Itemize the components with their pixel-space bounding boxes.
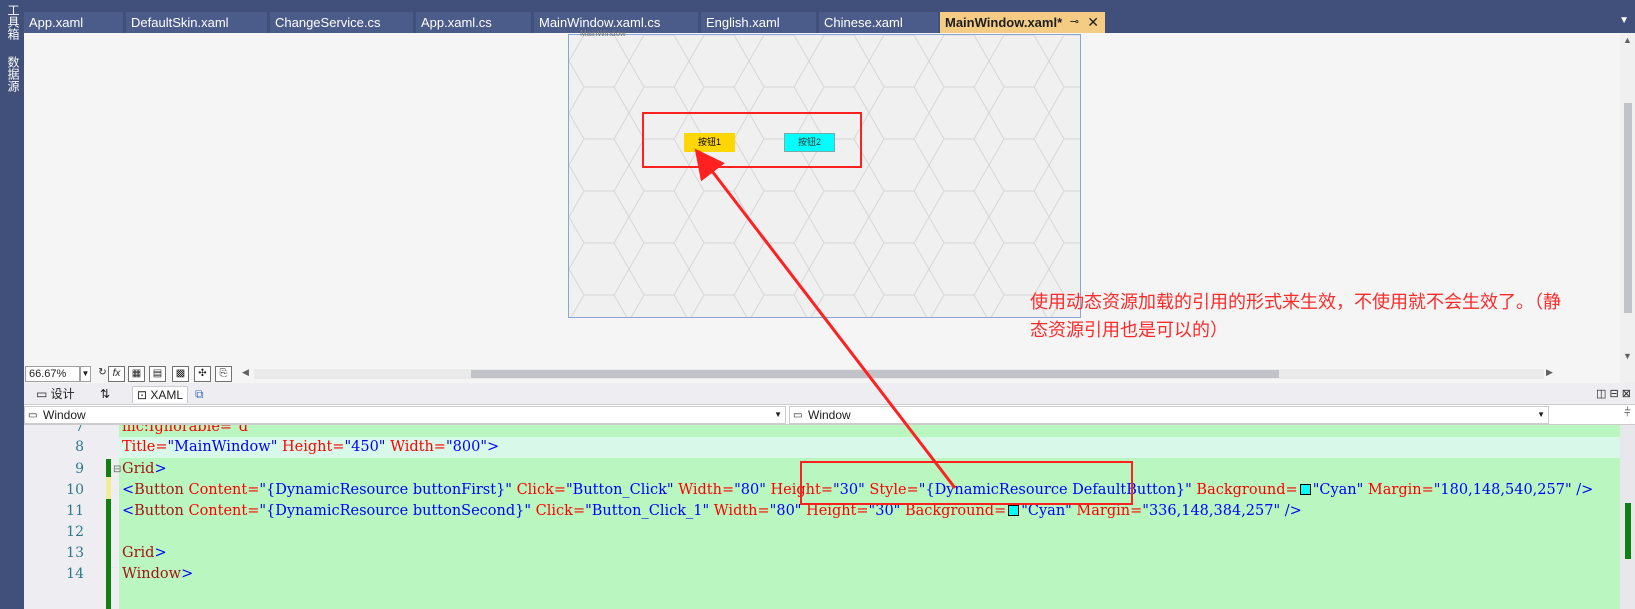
chevron-down-icon[interactable]: ▼ <box>80 366 91 382</box>
artboard-background-icon[interactable]: ▩ <box>172 366 189 382</box>
tab-mainwindow-xaml-label: MainWindow.xaml* <box>945 15 1063 30</box>
tab-design[interactable]: ▭ 设计 <box>36 386 75 402</box>
designer-horizontal-scrollbar[interactable]: ◀ ▶ <box>242 367 1553 379</box>
tab-app-xaml-cs[interactable]: App.xaml.cs <box>416 12 531 33</box>
view-switcher: ▭ 设计 ⇅ ⊡ XAML ⧉ ◫ ⊟ ⊠ <box>24 383 1635 405</box>
code-navigation-bar: ▭ Window ▼ ▭ Window ▼ <box>24 405 1635 425</box>
artboard-window-title: MainWindow <box>580 29 626 38</box>
code-text: Grid> <box>122 461 167 477</box>
scroll-up-icon[interactable]: ▲ <box>1623 35 1632 45</box>
toolbox-tab[interactable]: 工具箱 <box>2 4 22 40</box>
line-number: 9 <box>75 461 84 477</box>
swap-panes-button[interactable]: ⇅ <box>100 386 110 402</box>
chevron-down-icon: ▼ <box>1537 410 1545 419</box>
datasource-tab[interactable]: 数据源 <box>2 56 22 92</box>
tab-english-xaml[interactable]: English.xaml <box>701 12 816 33</box>
editor-vertical-scrollbar[interactable] <box>1620 425 1635 609</box>
chevron-down-icon: ▼ <box>774 410 782 419</box>
scrollbar-thumb[interactable] <box>471 370 1279 378</box>
code-text: Window> <box>122 566 194 582</box>
effects-toggle[interactable]: fx <box>108 366 125 382</box>
element-dropdown-left-value: Window <box>43 408 86 422</box>
collapse-icon[interactable]: ⊟ <box>113 464 121 475</box>
unsaved-change-marker <box>106 477 111 499</box>
scroll-down-icon[interactable]: ▼ <box>1623 351 1632 361</box>
snap-lines-icon[interactable]: ✣ <box>194 366 211 382</box>
highlight-box-style <box>800 461 1133 505</box>
chevron-down-icon[interactable]: ▼ <box>1619 15 1629 26</box>
code-text: Title="MainWindow" Height="450" Width="8… <box>122 439 500 455</box>
xaml-icon: ⊡ <box>137 388 151 402</box>
element-dropdown-right-value: Window <box>808 408 851 422</box>
window-icon: ▭ <box>793 410 803 421</box>
color-swatch <box>1008 505 1020 516</box>
highlight-box-buttons <box>642 112 862 168</box>
tab-app-xaml[interactable]: App.xaml <box>24 12 123 33</box>
tab-changeservice-cs[interactable]: ChangeService.cs <box>270 12 413 33</box>
ide-window: 工具箱 数据源 App.xaml DefaultSkin.xaml Change… <box>0 0 1635 609</box>
element-dropdown-right[interactable]: ▭ Window ▼ <box>789 406 1549 424</box>
hexagon-background <box>569 35 1080 317</box>
document-tab-bar: App.xaml DefaultSkin.xaml ChangeService.… <box>24 0 1635 33</box>
tab-mainwindow-xaml[interactable]: MainWindow.xaml* ⊸ ✕ <box>940 12 1105 33</box>
scroll-left-icon[interactable]: ◀ <box>242 367 249 378</box>
scroll-right-icon[interactable]: ▶ <box>1546 367 1553 378</box>
element-dropdown-left[interactable]: ▭ Window ▼ <box>24 406 786 424</box>
close-icon[interactable]: ✕ <box>1087 12 1099 33</box>
split-editor-icon[interactable]: ⫩ <box>1620 405 1635 425</box>
design-icon: ▭ <box>36 387 51 401</box>
tab-xaml[interactable]: ⊡ XAML <box>132 386 189 403</box>
tab-xaml-label: XAML <box>150 388 184 402</box>
popout-icon[interactable]: ⧉ <box>195 386 204 402</box>
tab-defaultskin-xaml[interactable]: DefaultSkin.xaml <box>126 12 267 33</box>
tab-chinese-xaml[interactable]: Chinese.xaml <box>819 12 938 33</box>
scrollbar-thumb[interactable] <box>1624 103 1632 313</box>
line-number: 12 <box>66 524 84 540</box>
tab-design-label: 设计 <box>50 387 75 401</box>
pin-icon[interactable]: ⊸ <box>1070 12 1079 33</box>
scrollbar-change-marker <box>1625 503 1631 559</box>
line-number: 10 <box>66 482 84 498</box>
grid-icon[interactable]: ▦ <box>128 366 145 382</box>
window-icon: ▭ <box>28 410 38 421</box>
line-number: 8 <box>75 439 84 455</box>
code-text: Grid> <box>122 545 167 561</box>
line-number: 11 <box>66 503 84 519</box>
pane-layout-icons[interactable]: ◫ ⊟ ⊠ <box>1596 387 1631 400</box>
designer-vertical-scrollbar[interactable]: ▲ ▼ <box>1620 33 1635 383</box>
line-number: 13 <box>66 545 84 561</box>
zoom-field[interactable]: 66.67% <box>25 366 80 382</box>
xaml-code-editor[interactable]: ⊟ 7 mc:Ignorable="d" 8 Title="MainWindow" H… <box>24 425 1620 609</box>
project-code-icon[interactable]: ⎘ <box>215 366 232 382</box>
designer-toolbar: 66.67% ▼ ↻ fx ▦ ▤ ▩ ✣ ⎘ ◀ ▶ <box>24 365 1620 383</box>
design-artboard[interactable] <box>568 34 1081 318</box>
left-tool-strip: 工具箱 数据源 <box>0 0 24 609</box>
line-number: 14 <box>66 566 84 582</box>
snap-grid-icon[interactable]: ▤ <box>149 366 166 382</box>
color-swatch <box>1299 484 1311 495</box>
annotation-note: 使用动态资源加载的引用的形式来生效，不使用就不会生效了。（静态资源引用也是可以的… <box>1030 292 1561 340</box>
